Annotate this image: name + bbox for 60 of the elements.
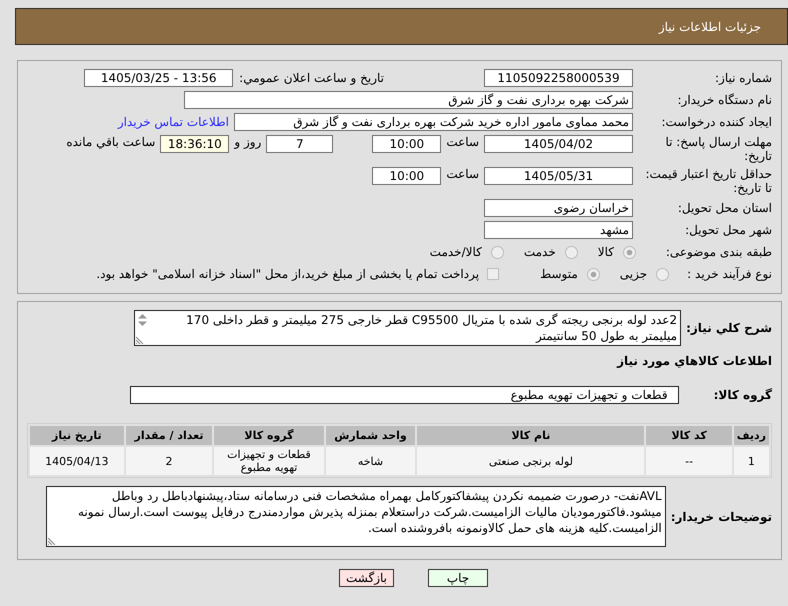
notes-field[interactable]: AVLنفت- درصورت ضمیمه نکردن پیشفاکتورکامل بهمراه مشخصات فنی درسامانه ستاد،پیشنهادباطل رد وباطل میشود.فاکتورمودیان مالیات الزامیست.شرکت دراستعلام بمنزله پذیرش مواردمندرج درفایل پیوست است.ارسال نمونه الزامیست.کلیه هزینه های حمل کالاونمونه بافروشنده است. — [46, 486, 666, 547]
text-field[interactable]: خراسان رضوی — [484, 199, 633, 217]
field-label: شماره نیاز: — [714, 71, 772, 85]
days-field[interactable]: 7 — [266, 135, 334, 153]
field-label: توضیحات خریدار: — [670, 510, 772, 524]
resize-grip-icon[interactable] — [136, 336, 144, 344]
table-cell: 1 — [734, 447, 769, 475]
field-label: روز و — [234, 135, 262, 149]
field-label: ایجاد کننده درخواست: — [660, 115, 772, 129]
field-label: شهر محل تحویل: — [684, 223, 772, 237]
table-cell: قطعات و تجهیزات تهویه مطبوع — [214, 447, 324, 475]
field-label: نام دستگاه خریدار: — [676, 93, 772, 107]
text-field[interactable]: محمد مماوی مامور اداره خرید شرکت بهره برداری نفت و گاز شرق — [234, 113, 633, 131]
text-field[interactable]: قطعات و تجهیزات تهویه مطبوع — [130, 386, 679, 404]
option-label: جزیی — [620, 267, 648, 281]
option-label: متوسط — [540, 267, 578, 281]
date-time-field[interactable]: 1405/03/25 - 13:56 — [84, 69, 234, 87]
table-cell: -- — [646, 447, 732, 475]
column-header: ردیف — [734, 426, 769, 445]
table-cell: شاخه — [326, 447, 416, 475]
column-header: تاریخ نیاز — [30, 426, 124, 445]
field-label: ساعت — [446, 167, 479, 181]
field-label: مهلت ارسال پاسخ: تا تاریخ: — [664, 135, 772, 163]
countdown-field[interactable]: 18:36:10 — [160, 135, 230, 153]
field-label: شرح کلي نیاز: — [686, 321, 772, 335]
field-label: گروه کالا: — [714, 388, 772, 402]
field-label: ساعت باقي مانده — [66, 135, 156, 149]
section-heading: اطلاعات کالاهاي مورد نیاز — [617, 353, 772, 369]
resize-grip-icon[interactable] — [48, 537, 56, 545]
option-label: کالا/خدمت — [430, 245, 482, 259]
option-label: خدمت — [524, 245, 556, 259]
field-label: نوع فرآیند خرید : — [687, 267, 772, 281]
time-field[interactable]: 10:00 — [372, 167, 442, 185]
back-button[interactable]: بازگشت — [339, 569, 394, 587]
column-header: گروه کالا — [214, 426, 324, 445]
date-field[interactable]: 1405/05/31 — [484, 167, 633, 185]
date-field[interactable]: 1405/04/02 — [484, 135, 633, 153]
column-header: تعداد / مقدار — [126, 426, 212, 445]
scroll-arrows-icon[interactable] — [137, 313, 148, 327]
field-label: استان محل تحویل: — [676, 201, 772, 215]
table-cell: 2 — [126, 447, 212, 475]
description-field[interactable]: 2عدد لوله برنجی ریجته گری شده با متریال C95500 قطر خارجی 275 میلیمتر و قطر داخلی 170 میلیمتر به طول 50 سانتیمتر — [134, 310, 682, 346]
text-field[interactable]: شرکت بهره برداری نفت و گاز شرق — [184, 91, 633, 109]
print-button[interactable]: چاپ — [428, 569, 488, 587]
contact-link[interactable]: اطلاعات تماس خریدار — [118, 115, 229, 129]
text-field[interactable]: مشهد — [484, 221, 633, 239]
time-field[interactable]: 10:00 — [372, 135, 442, 153]
column-header: واحد شمارش — [326, 426, 416, 445]
field-label: طبقه بندی موضوعی: — [664, 245, 772, 259]
table-cell: لوله برنجی صنعتی — [417, 447, 644, 475]
column-header: کد کالا — [646, 426, 732, 445]
field-label: تاریخ و ساعت اعلان عمومي: — [239, 71, 384, 85]
option-label: کالا — [598, 245, 614, 259]
table-cell: 1405/04/13 — [30, 447, 124, 475]
checkbox-label: پرداخت تمام یا بخشی از مبلغ خرید،از محل "اسناد خزانه اسلامی" خواهد بود. — [96, 267, 480, 281]
text-field[interactable]: 1105092258000539 — [484, 69, 633, 87]
field-label: ساعت — [446, 135, 479, 149]
column-header: نام کالا — [417, 426, 644, 445]
page-title: جزئیات اطلاعات نیاز — [658, 20, 761, 34]
field-label: حداقل تاریخ اعتبار قیمت: تا تاریخ: — [644, 167, 772, 195]
